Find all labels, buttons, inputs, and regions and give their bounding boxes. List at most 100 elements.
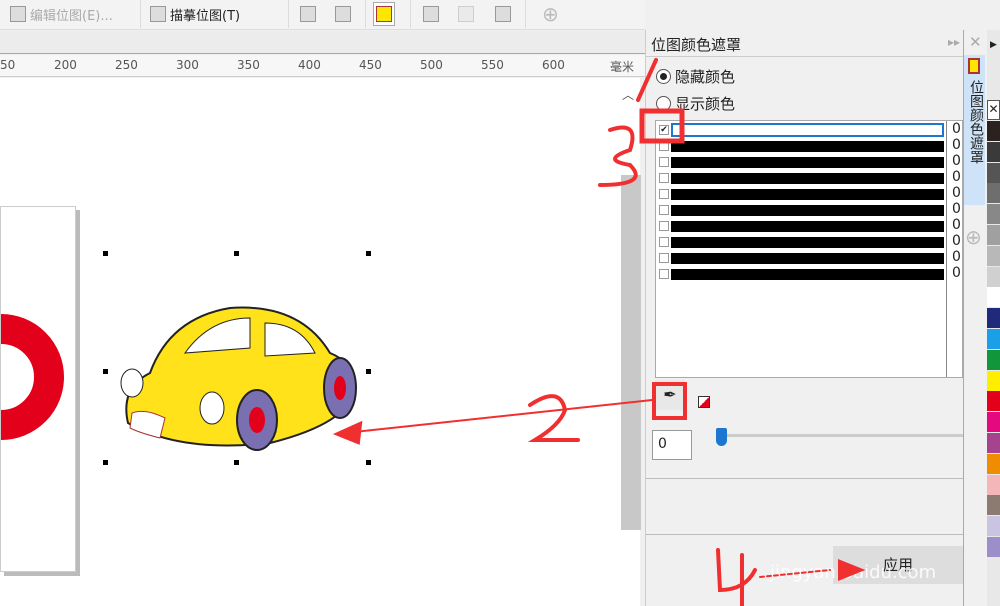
row-checkbox[interactable]	[659, 253, 669, 263]
row-checkbox[interactable]	[659, 205, 669, 215]
palette-swatch[interactable]	[987, 162, 1000, 183]
ruler-tick: 450	[359, 58, 382, 72]
row-tolerance: 0	[952, 121, 961, 137]
tolerance-slider-thumb[interactable]	[716, 428, 727, 446]
edit-bitmap-label: 编辑位图(E)...	[30, 8, 113, 24]
ruler-unit: 毫米	[610, 60, 635, 74]
ruler-tick: 600	[542, 58, 565, 72]
color-palette[interactable]: ▶ ✕	[987, 30, 1000, 606]
group-icon	[458, 6, 474, 22]
color-mask-row[interactable]: 0	[656, 169, 964, 186]
ruler-tick: 50	[0, 58, 16, 72]
hide-colors-radio[interactable]: 隐藏颜色	[656, 66, 735, 87]
resample-button[interactable]	[335, 2, 351, 26]
color-mask-row[interactable]: ✔ 0	[656, 121, 964, 138]
palette-swatch[interactable]	[987, 391, 1000, 412]
row-tolerance: 0	[952, 185, 961, 201]
ruler-tick: 250	[115, 58, 138, 72]
row-checkbox[interactable]	[659, 141, 669, 151]
color-mask-row[interactable]: 0	[656, 153, 964, 170]
row-checkbox[interactable]	[659, 157, 669, 167]
palette-swatch[interactable]	[987, 516, 1000, 537]
tolerance-input[interactable]: 0	[652, 430, 692, 460]
row-tolerance: 0	[952, 249, 961, 265]
palette-swatch[interactable]	[987, 183, 1000, 204]
ruler-tick: 550	[481, 58, 504, 72]
color-swatch-bar	[671, 221, 944, 232]
page	[0, 206, 76, 572]
drawing-canvas[interactable]: ︿	[0, 78, 641, 606]
ruler-tick: 200	[54, 58, 77, 72]
color-swatch-bar	[671, 205, 944, 216]
color-mask-row[interactable]: 0	[656, 185, 964, 202]
palette-swatch[interactable]	[987, 370, 1000, 391]
palette-swatch[interactable]	[987, 349, 1000, 370]
palette-swatch[interactable]	[987, 474, 1000, 495]
palette-swatch[interactable]	[987, 204, 1000, 225]
crop-bitmap-button[interactable]	[300, 2, 316, 26]
scroll-up-icon[interactable]: ︿	[622, 86, 634, 103]
palette-swatch[interactable]	[987, 141, 1000, 162]
group-button[interactable]	[458, 2, 474, 26]
palette-swatch[interactable]	[987, 433, 1000, 453]
ungroup-button[interactable]	[495, 2, 511, 26]
palette-swatch[interactable]	[987, 287, 1000, 308]
color-picker-eyedropper-button[interactable]: ✒	[655, 380, 685, 410]
row-checkbox[interactable]: ✔	[659, 125, 669, 135]
no-color-swatch[interactable]: ✕	[987, 100, 1000, 120]
palette-swatch[interactable]	[987, 412, 1000, 433]
edit-color-button[interactable]	[698, 396, 710, 408]
trace-bitmap-icon	[150, 6, 166, 22]
color-mask-row[interactable]: 0	[656, 201, 964, 218]
palette-swatch[interactable]	[987, 495, 1000, 516]
row-checkbox[interactable]	[659, 269, 669, 279]
color-swatch-bar	[671, 123, 944, 137]
color-mask-icon	[376, 6, 392, 22]
color-mask-row[interactable]: 0	[656, 233, 964, 250]
color-swatch-bar	[671, 157, 944, 168]
row-tolerance: 0	[952, 201, 961, 217]
row-tolerance: 0	[952, 233, 961, 249]
arrange-button[interactable]	[423, 2, 439, 26]
color-mask-row[interactable]: 0	[656, 249, 964, 266]
panel-expand-icon[interactable]: ▸▸	[948, 35, 960, 49]
row-checkbox[interactable]	[659, 189, 669, 199]
palette-swatch[interactable]	[987, 537, 1000, 557]
color-mask-row[interactable]: 0	[656, 137, 964, 154]
palette-swatch[interactable]	[987, 266, 1000, 287]
radio-on-icon	[656, 69, 671, 84]
tolerance-slider[interactable]	[716, 434, 964, 437]
palette-swatch[interactable]	[987, 329, 1000, 349]
vertical-scrollbar[interactable]	[621, 175, 641, 530]
palette-swatch[interactable]	[987, 308, 1000, 329]
palette-swatch[interactable]	[987, 225, 1000, 245]
show-colors-label: 显示颜色	[675, 95, 736, 113]
side-tab-label: 位图颜色遮罩	[968, 80, 984, 164]
ruler-tick: 300	[176, 58, 199, 72]
edit-bitmap-button[interactable]: 编辑位图(E)...	[10, 2, 113, 26]
bitmap-color-mask-panel: 位图颜色遮罩 ▸▸ ✕ 隐藏颜色 显示颜色 ✔ 0 0 0 0 0 0 0 0 0 0 ✒	[645, 30, 982, 606]
property-bar	[0, 31, 645, 54]
edit-bitmap-icon	[10, 6, 26, 22]
trace-bitmap-label: 描摹位图(T)	[170, 8, 241, 24]
row-checkbox[interactable]	[659, 221, 669, 231]
row-checkbox[interactable]	[659, 237, 669, 247]
color-mask-row[interactable]: 0	[656, 265, 964, 282]
palette-swatch[interactable]	[987, 245, 1000, 266]
trace-bitmap-button[interactable]: 描摹位图(T)	[150, 2, 240, 26]
bitmap-color-mask-button[interactable]	[373, 2, 395, 26]
red-ring-shape	[0, 314, 64, 440]
add-icon[interactable]: ⊕	[542, 2, 559, 26]
add-panel-icon[interactable]: ⊕	[965, 225, 982, 249]
show-colors-radio[interactable]: 显示颜色	[656, 93, 735, 114]
palette-swatch[interactable]	[987, 453, 1000, 474]
row-checkbox[interactable]	[659, 173, 669, 183]
color-mask-list[interactable]: ✔ 0 0 0 0 0 0 0 0 0 0	[655, 120, 963, 378]
car-bitmap[interactable]	[100, 248, 380, 468]
color-mask-row[interactable]: 0	[656, 217, 964, 234]
panel-close-icon[interactable]: ✕	[969, 33, 982, 51]
row-tolerance: 0	[952, 137, 961, 153]
palette-swatch[interactable]	[987, 121, 1000, 141]
palette-arrow-icon[interactable]: ▶	[990, 40, 997, 50]
radio-off-icon	[656, 96, 671, 111]
